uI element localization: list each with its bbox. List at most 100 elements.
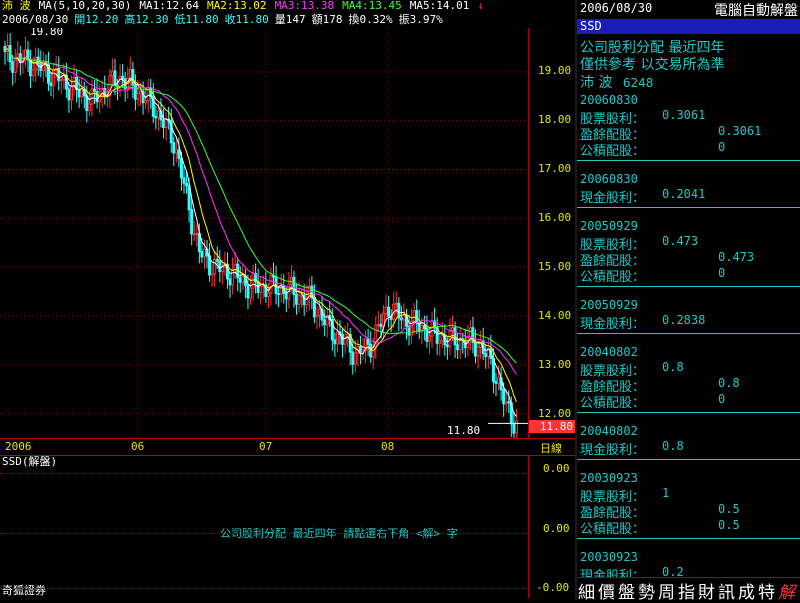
panel-stock-code: 6248 — [622, 76, 654, 90]
menu-item[interactable]: 勢 — [637, 578, 657, 603]
candle-body — [59, 79, 63, 82]
candle-body — [154, 115, 158, 119]
ma3-value: MA3:13.38 — [274, 0, 335, 12]
candle-body — [289, 276, 293, 285]
period-toggle[interactable]: 日線 — [540, 440, 562, 456]
dividend-value: 0.5 — [718, 502, 740, 516]
price-tick: 12.00 — [538, 407, 572, 420]
candle-body — [476, 346, 480, 357]
dividend-value: 0 — [718, 140, 726, 154]
menu-item[interactable]: 周 — [657, 578, 677, 603]
candle-body — [514, 420, 518, 434]
dividend-row: 公積配股： 0 — [580, 392, 790, 411]
panel-subheading: 僅供參考 以交易所為準 — [580, 57, 725, 73]
dividend-sections[interactable]: 20060830 股票股利： 0.3061 盈餘配股： 0.3061 公積配股： 0 2006… — [577, 93, 800, 578]
candle-body — [427, 335, 431, 342]
candle-body — [394, 302, 398, 305]
candle-body — [366, 338, 370, 345]
menu-item[interactable]: 細 — [577, 578, 597, 603]
ssd-indicator-panel[interactable]: SSD(解盤) 公司股利分配 最近四年 請點選右下角 <解> 字 奇狐證券 — [0, 455, 529, 598]
menu-item[interactable]: 特 — [757, 578, 777, 603]
candle-body — [13, 59, 17, 73]
section-divider — [577, 286, 800, 287]
price-chart-svg[interactable]: 19.80 11.80 — [0, 25, 528, 443]
candle-body — [468, 327, 472, 338]
candle-body — [202, 248, 206, 258]
candle-body — [164, 118, 168, 129]
dividend-label: 現金股利： — [580, 191, 646, 206]
dividend-value: 0.473 — [718, 250, 755, 264]
candle-body — [318, 308, 322, 316]
x-tick: 07 — [259, 440, 273, 453]
sub-grid-line — [0, 473, 528, 474]
x-tick: 06 — [131, 440, 145, 453]
broker-name: 奇狐證券 — [2, 584, 46, 597]
amount: 額178 — [311, 13, 343, 26]
candle-body — [445, 344, 449, 348]
candle-body — [95, 90, 99, 103]
candle-body — [80, 89, 84, 98]
candle-body — [69, 86, 73, 101]
dividend-label: 現金股利： — [580, 443, 646, 458]
candle-body — [353, 352, 357, 365]
stock-name: 沛 波 — [2, 0, 31, 12]
menu-item[interactable]: 財 — [697, 578, 717, 603]
dividend-label: 公積配股： — [580, 270, 646, 285]
candle-body — [292, 276, 296, 296]
dividend-value: 0.2041 — [662, 187, 706, 201]
candle-body — [182, 177, 186, 184]
candle-body — [162, 119, 166, 129]
menu-item[interactable]: 解 — [777, 578, 797, 603]
candle-body — [315, 314, 319, 318]
panel-date: 2006/08/30 — [580, 1, 653, 15]
candle-body — [90, 88, 94, 105]
section-date: 20030923 — [580, 471, 638, 485]
menu-item[interactable]: 價 — [597, 578, 617, 603]
candle-body — [507, 401, 511, 404]
bottom-menu[interactable]: 細價盤勢周指財訊成特解 — [577, 577, 800, 603]
header-line-ma: 沛 波 MA(5,10,20,30) MA1:12.64 MA2:13.02 M… — [2, 0, 484, 13]
price-tick: 18.00 — [538, 113, 572, 126]
turnover: 換0.32% — [348, 13, 393, 26]
dividend-value: 0.8 — [662, 439, 684, 453]
candle-body — [474, 341, 478, 357]
candle-body — [174, 149, 178, 154]
dividend-label: 公積配股： — [580, 396, 646, 411]
candle-body — [297, 294, 301, 305]
sub-tick: 0.00 — [543, 462, 570, 475]
candle-body — [11, 61, 15, 73]
dividend-value: 0.8 — [662, 360, 684, 374]
dividend-row: 公積配股： 0 — [580, 266, 790, 285]
menu-item[interactable]: 指 — [677, 578, 697, 603]
candle-body — [248, 287, 252, 299]
section-divider — [577, 459, 800, 460]
low-price: 低11.80 — [174, 13, 219, 26]
menu-item[interactable]: 盤 — [617, 578, 637, 603]
dividend-value: 0.473 — [662, 234, 699, 248]
section-date: 20050929 — [580, 298, 638, 312]
candle-body — [41, 62, 45, 71]
menu-item[interactable]: 成 — [737, 578, 757, 603]
candle-body — [384, 306, 388, 315]
candle-body — [52, 68, 56, 87]
candlestick-chart[interactable]: 19.80 11.80 — [0, 25, 529, 443]
candle-body — [213, 258, 217, 275]
candle-body — [128, 68, 132, 79]
candle-body — [440, 334, 444, 342]
volume: 量147 — [274, 13, 306, 26]
section-date: 20060830 — [580, 93, 638, 107]
ssd-title-bar: SSD — [577, 19, 800, 34]
candle-body — [93, 88, 97, 92]
menu-item[interactable]: 訊 — [717, 578, 737, 603]
high-price: 高12.30 — [124, 13, 169, 26]
ma2-value: MA2:13.02 — [206, 0, 267, 12]
candle-body — [31, 69, 35, 77]
dividend-row: 現金股利： 0.2838 — [580, 313, 790, 332]
dividend-value: 0.2838 — [662, 313, 706, 327]
amplitude: 振3.97% — [398, 13, 443, 26]
price-tick: 16.00 — [538, 211, 572, 224]
candle-body — [192, 233, 196, 236]
candle-body — [333, 339, 337, 345]
section-date: 20030923 — [580, 550, 638, 564]
candle-body — [241, 275, 245, 283]
